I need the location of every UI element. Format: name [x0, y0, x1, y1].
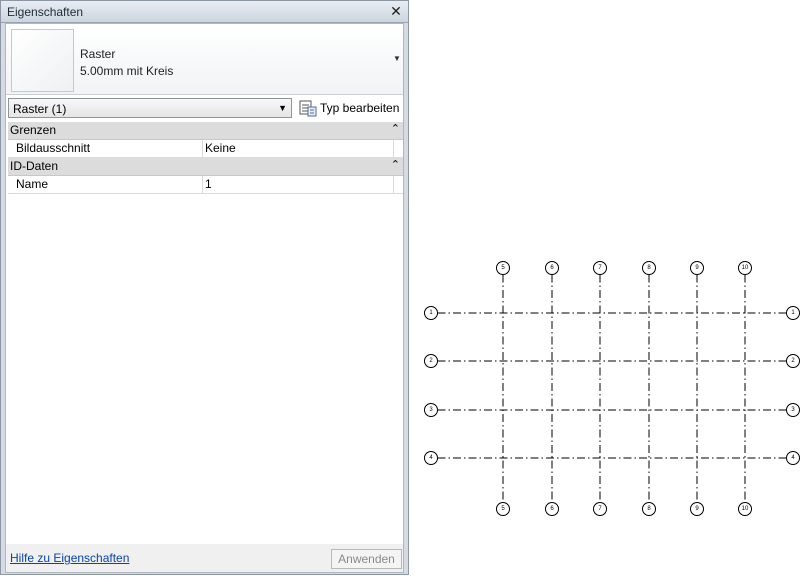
- edit-type-icon: [299, 100, 317, 117]
- property-edit-button[interactable]: [393, 176, 403, 193]
- edit-type-label: Typ bearbeiten: [320, 101, 400, 115]
- property-row-name: Name 1: [8, 176, 403, 194]
- grid-bubble-label: 10: [742, 265, 749, 271]
- collapse-icon[interactable]: ⌃: [391, 122, 400, 135]
- property-name: Bildausschnitt: [16, 141, 91, 155]
- property-value-field[interactable]: Keine: [202, 140, 393, 157]
- property-value: 1: [205, 177, 212, 191]
- properties-palette: Eigenschaften ✕ Raster 5.00mm mit Kreis …: [0, 0, 409, 575]
- chevron-down-icon[interactable]: ▼: [393, 54, 403, 64]
- drawing-canvas[interactable]: 5 5 6 6 7 7 8 8 9 9 10 10 1 1 2 2 3 3 4 4: [411, 0, 809, 577]
- type-name-label: 5.00mm mit Kreis: [80, 64, 174, 78]
- palette-footer: Hilfe zu Eigenschaften Anwenden: [6, 544, 403, 572]
- property-value-field[interactable]: 1: [202, 176, 393, 193]
- palette-title-bar[interactable]: Eigenschaften ✕: [1, 1, 408, 23]
- properties-table: Grenzen ⌃ Bildausschnitt Keine ID-Daten …: [8, 122, 403, 194]
- close-icon[interactable]: ✕: [388, 3, 404, 19]
- group-header-grenzen[interactable]: Grenzen ⌃: [8, 122, 403, 140]
- help-link[interactable]: Hilfe zu Eigenschaften: [10, 551, 129, 565]
- palette-title: Eigenschaften: [7, 5, 84, 19]
- property-row-bildausschnitt: Bildausschnitt Keine: [8, 140, 403, 158]
- collapse-icon[interactable]: ⌃: [391, 158, 400, 171]
- filter-row: Raster (1) ▼ Typ bearbeiten: [6, 96, 403, 120]
- selection-filter-dropdown[interactable]: Raster (1) ▼: [8, 98, 292, 118]
- group-label: ID-Daten: [10, 159, 59, 173]
- apply-button[interactable]: Anwenden: [331, 549, 402, 569]
- type-selector[interactable]: Raster 5.00mm mit Kreis ▼: [6, 24, 403, 95]
- group-label: Grenzen: [10, 123, 57, 137]
- type-preview-thumbnail: [11, 29, 74, 92]
- grid-bubble-label: 10: [742, 506, 749, 512]
- type-family-label: Raster: [80, 47, 116, 61]
- property-edit-button[interactable]: [393, 140, 403, 157]
- grid-drawing[interactable]: 556677889910101 12 23 34 4: [411, 0, 809, 577]
- edit-type-button[interactable]: Typ bearbeiten: [298, 98, 402, 118]
- chevron-down-icon: ▼: [278, 103, 287, 113]
- palette-body: Raster 5.00mm mit Kreis ▼ Raster (1) ▼ T…: [5, 23, 404, 573]
- selection-filter-value: Raster (1): [13, 102, 67, 116]
- property-value: Keine: [205, 141, 236, 155]
- property-name: Name: [16, 177, 49, 191]
- group-header-id-daten[interactable]: ID-Daten ⌃: [8, 158, 403, 176]
